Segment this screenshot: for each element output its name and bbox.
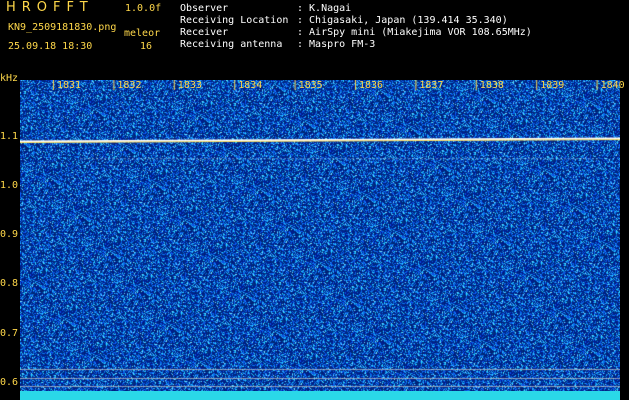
x-tick-label: 1838 <box>479 80 504 91</box>
x-tick-label: 1837 <box>419 80 444 91</box>
info-value: : Maspro FM-3 <box>297 39 376 50</box>
hrofft-window: HROFFT 1.0.0f KN9_2509181830.png 25.09.1… <box>0 0 629 400</box>
file-name: KN9_2509181830.png <box>8 22 117 33</box>
info-key: Receiver <box>180 27 229 38</box>
y-tick-label: 1.1 <box>0 130 19 142</box>
info-key: Receiving antenna <box>180 39 283 50</box>
x-tick-label: 1836 <box>359 80 384 91</box>
info-row-location: Receiving Location : Chigasaki, Japan (13… <box>180 15 508 27</box>
date-time: 25.09.18 18:30 <box>8 41 93 52</box>
x-tick-label: 1839 <box>540 80 565 91</box>
y-tick-label: 0.6 <box>0 376 19 388</box>
y-tick-label: 1.0 <box>0 179 19 191</box>
y-tick-label: 0.9 <box>0 229 19 241</box>
y-tick-label: 0.7 <box>0 327 19 339</box>
app-version: 1.0.0f <box>125 3 162 14</box>
bottom-signal-bar <box>20 391 620 400</box>
y-tick-label: 0.8 <box>0 278 19 290</box>
info-value: : AirSpy mini (Miakejima VOR 108.65MHz) <box>297 27 532 38</box>
x-tick-label: 1834 <box>238 80 263 91</box>
x-tick-label: 1840 <box>600 80 625 91</box>
info-row-antenna: Receiving antenna : Maspro FM-3 <box>180 39 375 51</box>
app-title: HROFFT <box>6 0 94 15</box>
x-tick-label: 1833 <box>177 80 202 91</box>
x-tick-label: 1831 <box>57 80 82 91</box>
info-key: Receiving Location <box>180 15 289 26</box>
info-value: : Chigasaki, Japan (139.414 35.340) <box>297 15 508 26</box>
info-key: Observer <box>180 3 229 14</box>
info-row-receiver: Receiver : AirSpy mini (Miakejima VOR 108… <box>180 27 532 39</box>
spectrogram-canvas <box>20 80 620 400</box>
meleor-count: 16 <box>140 41 153 52</box>
spectrogram-plot <box>20 80 620 400</box>
meleor-label: meleor <box>124 28 161 39</box>
info-row-observer: Observer : K.Nagai <box>180 3 351 15</box>
x-tick-label: 1832 <box>117 80 142 91</box>
x-tick-label: 1835 <box>298 80 323 91</box>
info-value: : K.Nagai <box>297 3 352 14</box>
y-axis-unit: kHz <box>0 73 19 84</box>
